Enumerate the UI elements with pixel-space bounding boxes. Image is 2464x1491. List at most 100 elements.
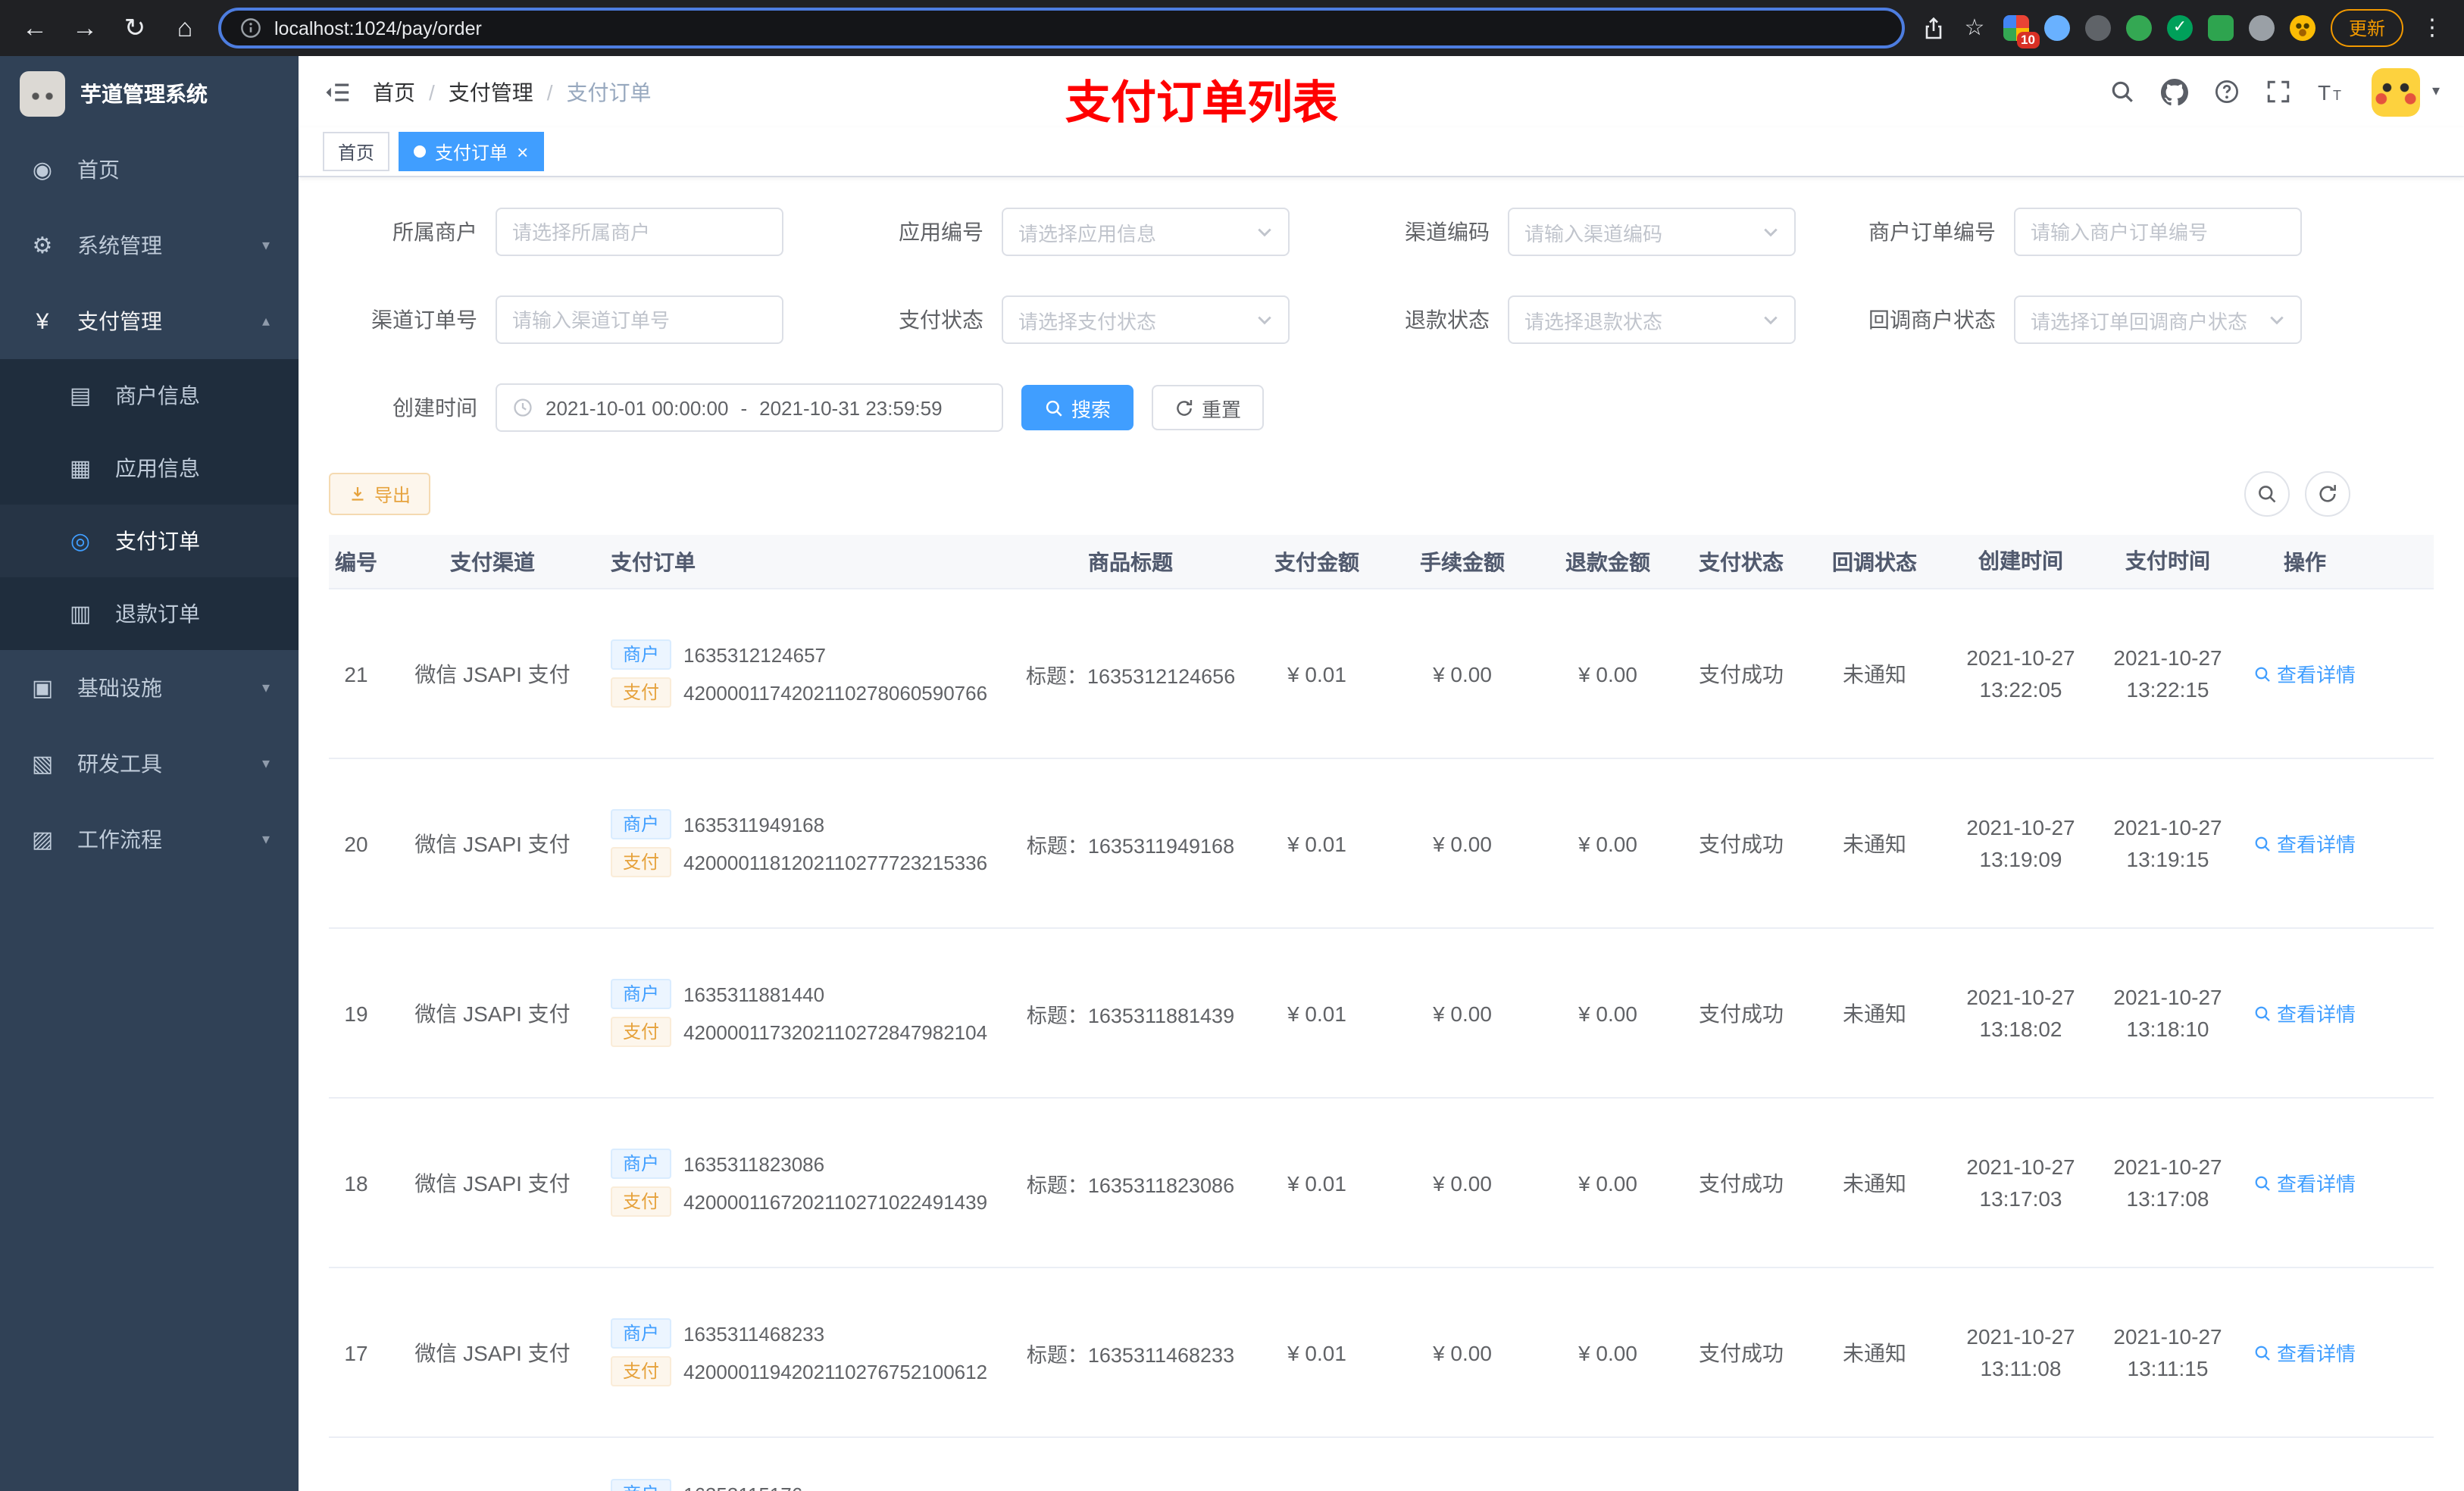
notify-status: 未通知 — [1843, 1340, 1906, 1364]
extension-check-icon[interactable]: ✓ — [2166, 15, 2193, 41]
select-placeholder: 请选择订单回调商户状态 — [2031, 310, 2248, 333]
pay-status: 支付成功 — [1699, 1001, 1784, 1025]
select-placeholder: 请选择退款状态 — [1524, 310, 1663, 333]
profile-emoji-icon[interactable] — [2289, 15, 2315, 41]
view-detail-link[interactable]: 查看详情 — [2254, 1338, 2356, 1367]
range-start: 2021-10-01 00:00:00 — [546, 396, 729, 419]
site-info-icon[interactable] — [239, 17, 262, 39]
notify-status-select[interactable]: 请选择订单回调商户状态 — [2014, 295, 2302, 344]
tab-pay-order[interactable]: 支付订单 × — [399, 132, 544, 171]
merchant-filter-input[interactable] — [512, 220, 767, 243]
pay-status: 支付成功 — [1699, 1340, 1784, 1364]
merchant-order-no: 1635311949168 — [683, 813, 825, 836]
refresh-table-button[interactable] — [2305, 471, 2350, 517]
browser-forward-icon[interactable]: → — [68, 15, 102, 41]
view-detail-link[interactable]: 查看详情 — [2254, 829, 2356, 858]
select-placeholder: 请输入渠道编码 — [1524, 222, 1663, 245]
pay-order-no: 4200001173202110272847982104 — [683, 1021, 988, 1043]
fullscreen-icon[interactable] — [2265, 79, 2291, 105]
bookmark-star-icon[interactable]: ☆ — [1961, 17, 1988, 39]
filter-label: 退款状态 — [1405, 308, 1490, 332]
search-button[interactable]: 搜索 — [1021, 385, 1134, 430]
extension-palette-icon[interactable]: 10 — [2003, 15, 2040, 48]
browser-menu-icon[interactable]: ⋮ — [2419, 17, 2446, 39]
refund-status-select[interactable]: 请选择退款状态 — [1508, 295, 1796, 344]
sidebar-item-payment[interactable]: ¥ 支付管理 ▴ — [0, 283, 299, 359]
tab-home[interactable]: 首页 — [323, 132, 390, 171]
avatar[interactable] — [2371, 67, 2420, 116]
share-icon[interactable] — [1921, 16, 1946, 40]
column-header: 支付渠道 — [450, 549, 535, 574]
view-detail-link[interactable]: 查看详情 — [2254, 1168, 2356, 1197]
pay-tag: 支付 — [611, 677, 672, 708]
sidebar-fold-icon[interactable] — [323, 80, 350, 104]
view-detail-link[interactable]: 查看详情 — [2254, 999, 2356, 1027]
select-placeholder: 请选择支付状态 — [1018, 310, 1157, 333]
browser-back-icon[interactable]: ← — [18, 15, 52, 41]
extension-drop-icon[interactable] — [2043, 15, 2070, 41]
sidebar-item-merchant-info[interactable]: ▤ 商户信息 — [0, 359, 299, 432]
column-header: 支付订单 — [611, 549, 696, 574]
pay-order-no: 4200001194202110276752100612 — [683, 1360, 988, 1383]
breadcrumb-payment[interactable]: 支付管理 — [449, 77, 533, 107]
sidebar-item-refund-order[interactable]: ▥ 退款订单 — [0, 577, 299, 650]
browser-toolbar: ← → ↻ ⌂ localhost:1024/pay/order ☆ 10 ✓ … — [0, 0, 2464, 56]
sidebar-item-pay-order[interactable]: ◎ 支付订单 — [0, 505, 299, 577]
chevron-down-icon — [1256, 223, 1273, 240]
sidebar-item-devtools[interactable]: ▧ 研发工具 ▾ — [0, 726, 299, 802]
sidebar-item-label: 研发工具 — [77, 752, 162, 776]
extension-green-icon[interactable] — [2125, 15, 2152, 41]
sidebar-item-label: 退款订单 — [115, 602, 200, 626]
sidebar-item-home[interactable]: ◉ 首页 — [0, 132, 299, 208]
extension-chat-icon[interactable] — [2207, 15, 2234, 41]
column-header: 支付金额 — [1274, 549, 1359, 574]
filter-label: 所属商户 — [392, 220, 477, 244]
avatar-caret-icon[interactable]: ▾ — [2432, 83, 2440, 100]
merchant-order-no: 1635311823086 — [683, 1152, 825, 1175]
channel-order-no-input[interactable] — [512, 308, 767, 331]
merchant-order-no-input[interactable] — [2031, 220, 2285, 243]
sidebar-item-system[interactable]: ⚙ 系统管理 ▾ — [0, 208, 299, 283]
sidebar-item-workflow[interactable]: ▨ 工作流程 ▾ — [0, 802, 299, 877]
yen-icon: ¥ — [36, 308, 49, 334]
create-time-range-picker[interactable]: 2021-10-01 00:00:00 - 2021-10-31 23:59:5… — [496, 383, 1003, 432]
filter-label: 回调商户状态 — [1868, 308, 1996, 332]
channel-code-select[interactable]: 请输入渠道编码 — [1508, 208, 1796, 256]
sidebar-item-app-info[interactable]: ▦ 应用信息 — [0, 432, 299, 505]
pay-status: 支付成功 — [1699, 831, 1784, 855]
browser-home-icon[interactable]: ⌂ — [168, 15, 202, 41]
reset-button[interactable]: 重置 — [1152, 385, 1265, 430]
pay-tag: 支付 — [611, 1356, 672, 1386]
github-icon[interactable] — [2161, 78, 2188, 105]
chevron-up-icon: ▴ — [261, 313, 270, 330]
breadcrumb-home[interactable]: 首页 — [373, 77, 415, 107]
chevron-down-icon — [1256, 311, 1273, 328]
address-bar[interactable]: localhost:1024/pay/order — [218, 8, 1905, 48]
sidebar-item-label: 支付订单 — [115, 529, 200, 553]
orders-table: 编号 支付渠道 支付订单 商品标题 支付金额 手续金额 退款金额 支付状态 回调… — [329, 535, 2434, 1491]
close-icon[interactable]: × — [517, 142, 528, 161]
toggle-search-button[interactable] — [2244, 471, 2290, 517]
font-size-icon[interactable] — [2317, 80, 2346, 104]
table-row: 18 微信 JSAPI 支付 商户 1635311823086 支付 4200001… — [329, 1099, 2434, 1268]
extension-pin-icon[interactable] — [2248, 15, 2275, 41]
notify-status: 未通知 — [1843, 831, 1906, 855]
gear-icon: ⚙ — [32, 233, 53, 259]
view-detail-link[interactable]: 查看详情 — [2254, 659, 2356, 688]
filter-label: 创建时间 — [392, 395, 477, 420]
extension-dark-icon[interactable] — [2084, 15, 2111, 41]
browser-update-button[interactable]: 更新 — [2330, 9, 2403, 47]
grid-icon: ▦ — [69, 456, 92, 482]
browser-reload-icon[interactable]: ↻ — [118, 15, 152, 41]
table-row: 20 微信 JSAPI 支付 商户 1635311949168 支付 4200001… — [329, 759, 2434, 929]
column-header: 商品标题 — [1088, 549, 1173, 574]
pay-status-select[interactable]: 请选择支付状态 — [1002, 295, 1290, 344]
help-icon[interactable] — [2214, 79, 2240, 105]
card-icon: ▤ — [69, 383, 92, 409]
sidebar-item-infra[interactable]: ▣ 基础设施 ▾ — [0, 650, 299, 726]
export-button[interactable]: 导出 — [329, 473, 431, 515]
logo[interactable]: 芋道管理系统 — [0, 56, 299, 132]
merchant-tag: 商户 — [611, 979, 672, 1009]
search-icon[interactable] — [2109, 79, 2135, 105]
app-no-select[interactable]: 请选择应用信息 — [1002, 208, 1290, 256]
